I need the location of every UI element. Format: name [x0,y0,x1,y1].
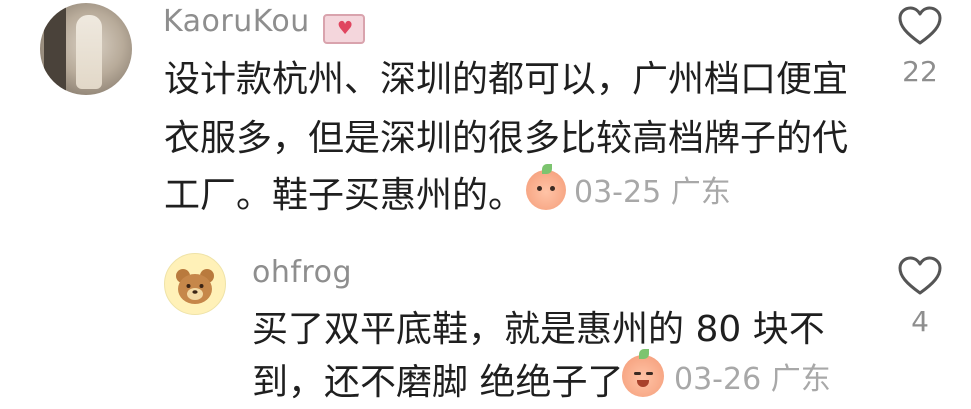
emoji-mouth [637,380,649,387]
emoji-eye [550,186,555,191]
emoji-eye [634,372,641,375]
peach-shy-emoji-icon [526,164,566,210]
heart-outline-icon[interactable] [898,256,942,296]
reply-location: 广东 [770,362,831,397]
avatar[interactable] [164,253,226,315]
reply-text-line: 到，还不磨脚 绝绝子了 [252,362,624,403]
love-letter-icon: ♥ [323,14,365,44]
comment-location: 广东 [670,175,731,210]
reply-text-line: 买了双平底鞋，就是惠州的 80 块不 [252,309,825,350]
like-button[interactable]: 4 [890,256,950,338]
comment-date: 03-25 [574,175,662,210]
emoji-eye [537,186,542,191]
heart-outline-icon[interactable] [898,6,942,46]
like-button[interactable]: 22 [890,6,950,88]
peach-cry-laugh-emoji-icon [622,349,664,397]
like-count: 4 [911,305,929,338]
comment-text-line: 工厂。鞋子买惠州的。 [164,175,525,216]
avatar[interactable] [40,3,132,95]
comment-username[interactable]: KaoruKou [163,5,310,39]
comment-text-line: 衣服多，但是深圳的很多比较高档牌子的代 [164,118,849,159]
bear-avatar-icon [176,269,214,304]
comment-thread: KaoruKou ♥ 设计款杭州、深圳的都可以，广州档口便宜 衣服多，但是深圳的… [0,0,971,409]
emoji-eye [646,372,653,375]
comment-meta: 03-25 广东 [574,176,731,210]
avatar-photo-figure [76,15,102,89]
avatar-photo-background [44,3,66,95]
reply-meta: 03-26 广东 [674,363,831,397]
comment-text-line: 设计款杭州、深圳的都可以，广州档口便宜 [164,59,849,100]
reply-date: 03-26 [674,362,762,397]
heart-icon: ♥ [337,18,354,39]
like-count: 22 [902,55,938,88]
reply-username[interactable]: ohfrog [252,256,352,290]
